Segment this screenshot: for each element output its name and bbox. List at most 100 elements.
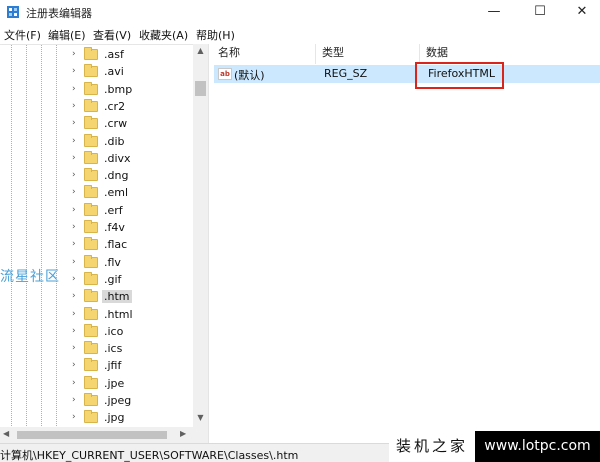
tree-item[interactable]: › .avi	[72, 64, 192, 81]
tree-item-label: .divx	[104, 151, 131, 165]
tree-item[interactable]: › .eml	[72, 185, 192, 202]
tree-item[interactable]: › .jpe	[72, 375, 192, 393]
watermark-text: 流星社区	[0, 269, 60, 285]
tree-item[interactable]: › .jpg	[72, 410, 192, 427]
tree-item-label: .bmp	[104, 82, 133, 96]
folder-icon	[84, 254, 98, 268]
tree-item[interactable]: › .flac	[72, 237, 192, 254]
tree-horizontal-scrollbar[interactable]: ◀ ▶	[0, 427, 208, 443]
tree-item[interactable]: › .dng	[72, 168, 192, 185]
tree-vertical-scrollbar[interactable]: ▲ ▼	[193, 44, 208, 427]
chevron-right-icon[interactable]: ›	[72, 309, 76, 319]
tree-item[interactable]: › .crw	[72, 116, 192, 133]
tree-item-label: .dng	[104, 169, 129, 183]
value-type: REG_SZ	[324, 67, 368, 80]
value-row-default[interactable]: ab (默认) REG_SZ FirefoxHTML	[214, 65, 600, 83]
tree-item[interactable]: › .bmp	[72, 81, 192, 99]
chevron-right-icon[interactable]: ›	[72, 49, 76, 59]
value-name: (默认)	[234, 69, 265, 82]
chevron-right-icon[interactable]: ›	[72, 222, 76, 232]
scroll-thumb[interactable]	[17, 431, 167, 439]
watermark-badge: 装机之家 www.lotpc.com	[389, 431, 600, 462]
tree-item[interactable]: › .asf	[72, 47, 192, 64]
scroll-right-arrow-icon[interactable]: ▶	[180, 429, 186, 438]
watermark-brand: 装机之家	[389, 431, 475, 462]
chevron-right-icon[interactable]: ›	[72, 412, 76, 422]
chevron-right-icon[interactable]: ›	[72, 118, 76, 128]
folder-icon	[84, 168, 98, 182]
tree-item[interactable]: › .htm	[72, 289, 192, 306]
menu-edit[interactable]: 编辑(E)	[48, 27, 86, 43]
chevron-right-icon[interactable]: ›	[72, 170, 76, 180]
tree-item-label: .gif	[104, 272, 122, 286]
folder-icon	[84, 237, 98, 251]
maximize-button[interactable]: ☐	[520, 0, 560, 24]
chevron-right-icon[interactable]: ›	[72, 343, 76, 353]
annotation-highlight-box	[415, 62, 504, 89]
chevron-right-icon[interactable]: ›	[72, 395, 76, 405]
folder-icon	[84, 116, 98, 130]
tree-item-label: .jpeg	[104, 394, 132, 407]
tree-item-label: .erf	[104, 203, 123, 217]
registry-editor-app-icon	[7, 6, 19, 18]
chevron-right-icon[interactable]: ›	[72, 66, 76, 76]
chevron-right-icon[interactable]: ›	[72, 239, 76, 249]
chevron-right-icon[interactable]: ›	[72, 360, 76, 370]
folder-icon	[84, 64, 98, 78]
tree-item[interactable]: › .divx	[72, 150, 192, 168]
scroll-up-arrow-icon[interactable]: ▲	[193, 46, 208, 55]
column-header-name[interactable]: 名称	[212, 44, 316, 64]
folder-icon	[84, 289, 98, 303]
tree-item-label: .dib	[104, 134, 125, 148]
tree-item[interactable]: › .jfif	[72, 358, 192, 375]
chevron-right-icon[interactable]: ›	[72, 101, 76, 111]
tree-guide-line	[56, 45, 57, 427]
scroll-down-arrow-icon[interactable]: ▼	[193, 413, 208, 422]
folder-icon	[84, 341, 98, 355]
tree-item-label: .jpe	[104, 376, 125, 390]
title-bar[interactable]: 注册表编辑器 — ☐ ✕	[0, 0, 600, 24]
tree-item-label: .f4v	[104, 221, 125, 234]
tree-item[interactable]: › .dib	[72, 133, 192, 151]
tree-item[interactable]: › .html	[72, 306, 192, 324]
minimize-button[interactable]: —	[474, 0, 514, 24]
chevron-right-icon[interactable]: ›	[72, 291, 76, 301]
close-button[interactable]: ✕	[562, 0, 600, 24]
key-tree[interactable]: › .asf › .avi › .bmp › .cr2 › .crw › .dib › .divx › .dn…	[0, 44, 208, 427]
chevron-right-icon[interactable]: ›	[72, 153, 76, 163]
tree-item[interactable]: › .gif	[72, 271, 192, 289]
watermark-url: www.lotpc.com	[475, 431, 600, 462]
menu-favorites[interactable]: 收藏夹(A)	[139, 27, 188, 43]
chevron-right-icon[interactable]: ›	[72, 257, 76, 267]
tree-item[interactable]: › .f4v	[72, 220, 192, 237]
chevron-right-icon[interactable]: ›	[72, 378, 76, 388]
tree-item[interactable]: › .flv	[72, 254, 192, 272]
tree-item[interactable]: › .erf	[72, 202, 192, 220]
chevron-right-icon[interactable]: ›	[72, 274, 76, 284]
chevron-right-icon[interactable]: ›	[72, 136, 76, 146]
chevron-right-icon[interactable]: ›	[72, 205, 76, 215]
tree-item[interactable]: › .ico	[72, 323, 192, 341]
tree-item-label: .jpg	[104, 411, 125, 425]
folder-icon	[84, 393, 98, 406]
folder-icon	[84, 306, 98, 320]
chevron-right-icon[interactable]: ›	[72, 326, 76, 336]
menu-file[interactable]: 文件(F)	[4, 27, 41, 43]
scroll-left-arrow-icon[interactable]: ◀	[3, 429, 9, 438]
column-header-type[interactable]: 类型	[316, 44, 420, 64]
chevron-right-icon[interactable]: ›	[72, 187, 76, 197]
folder-icon	[84, 185, 98, 199]
menu-view[interactable]: 查看(V)	[93, 27, 131, 43]
tree-item[interactable]: › .cr2	[72, 98, 192, 116]
tree-item-label: .asf	[104, 48, 124, 61]
menu-help[interactable]: 帮助(H)	[196, 27, 235, 43]
tree-item[interactable]: › .ics	[72, 341, 192, 358]
column-header-data[interactable]: 数据	[420, 44, 600, 64]
values-list[interactable]: 名称 类型 数据 ab (默认) REG_SZ FirefoxHTML	[212, 44, 600, 443]
tree-item[interactable]: › .jpeg	[72, 393, 192, 410]
window-title: 注册表编辑器	[26, 7, 92, 20]
scroll-thumb[interactable]	[195, 81, 206, 96]
tree-item-label: .crw	[104, 117, 128, 131]
chevron-right-icon[interactable]: ›	[72, 84, 76, 94]
folder-icon	[84, 375, 98, 389]
